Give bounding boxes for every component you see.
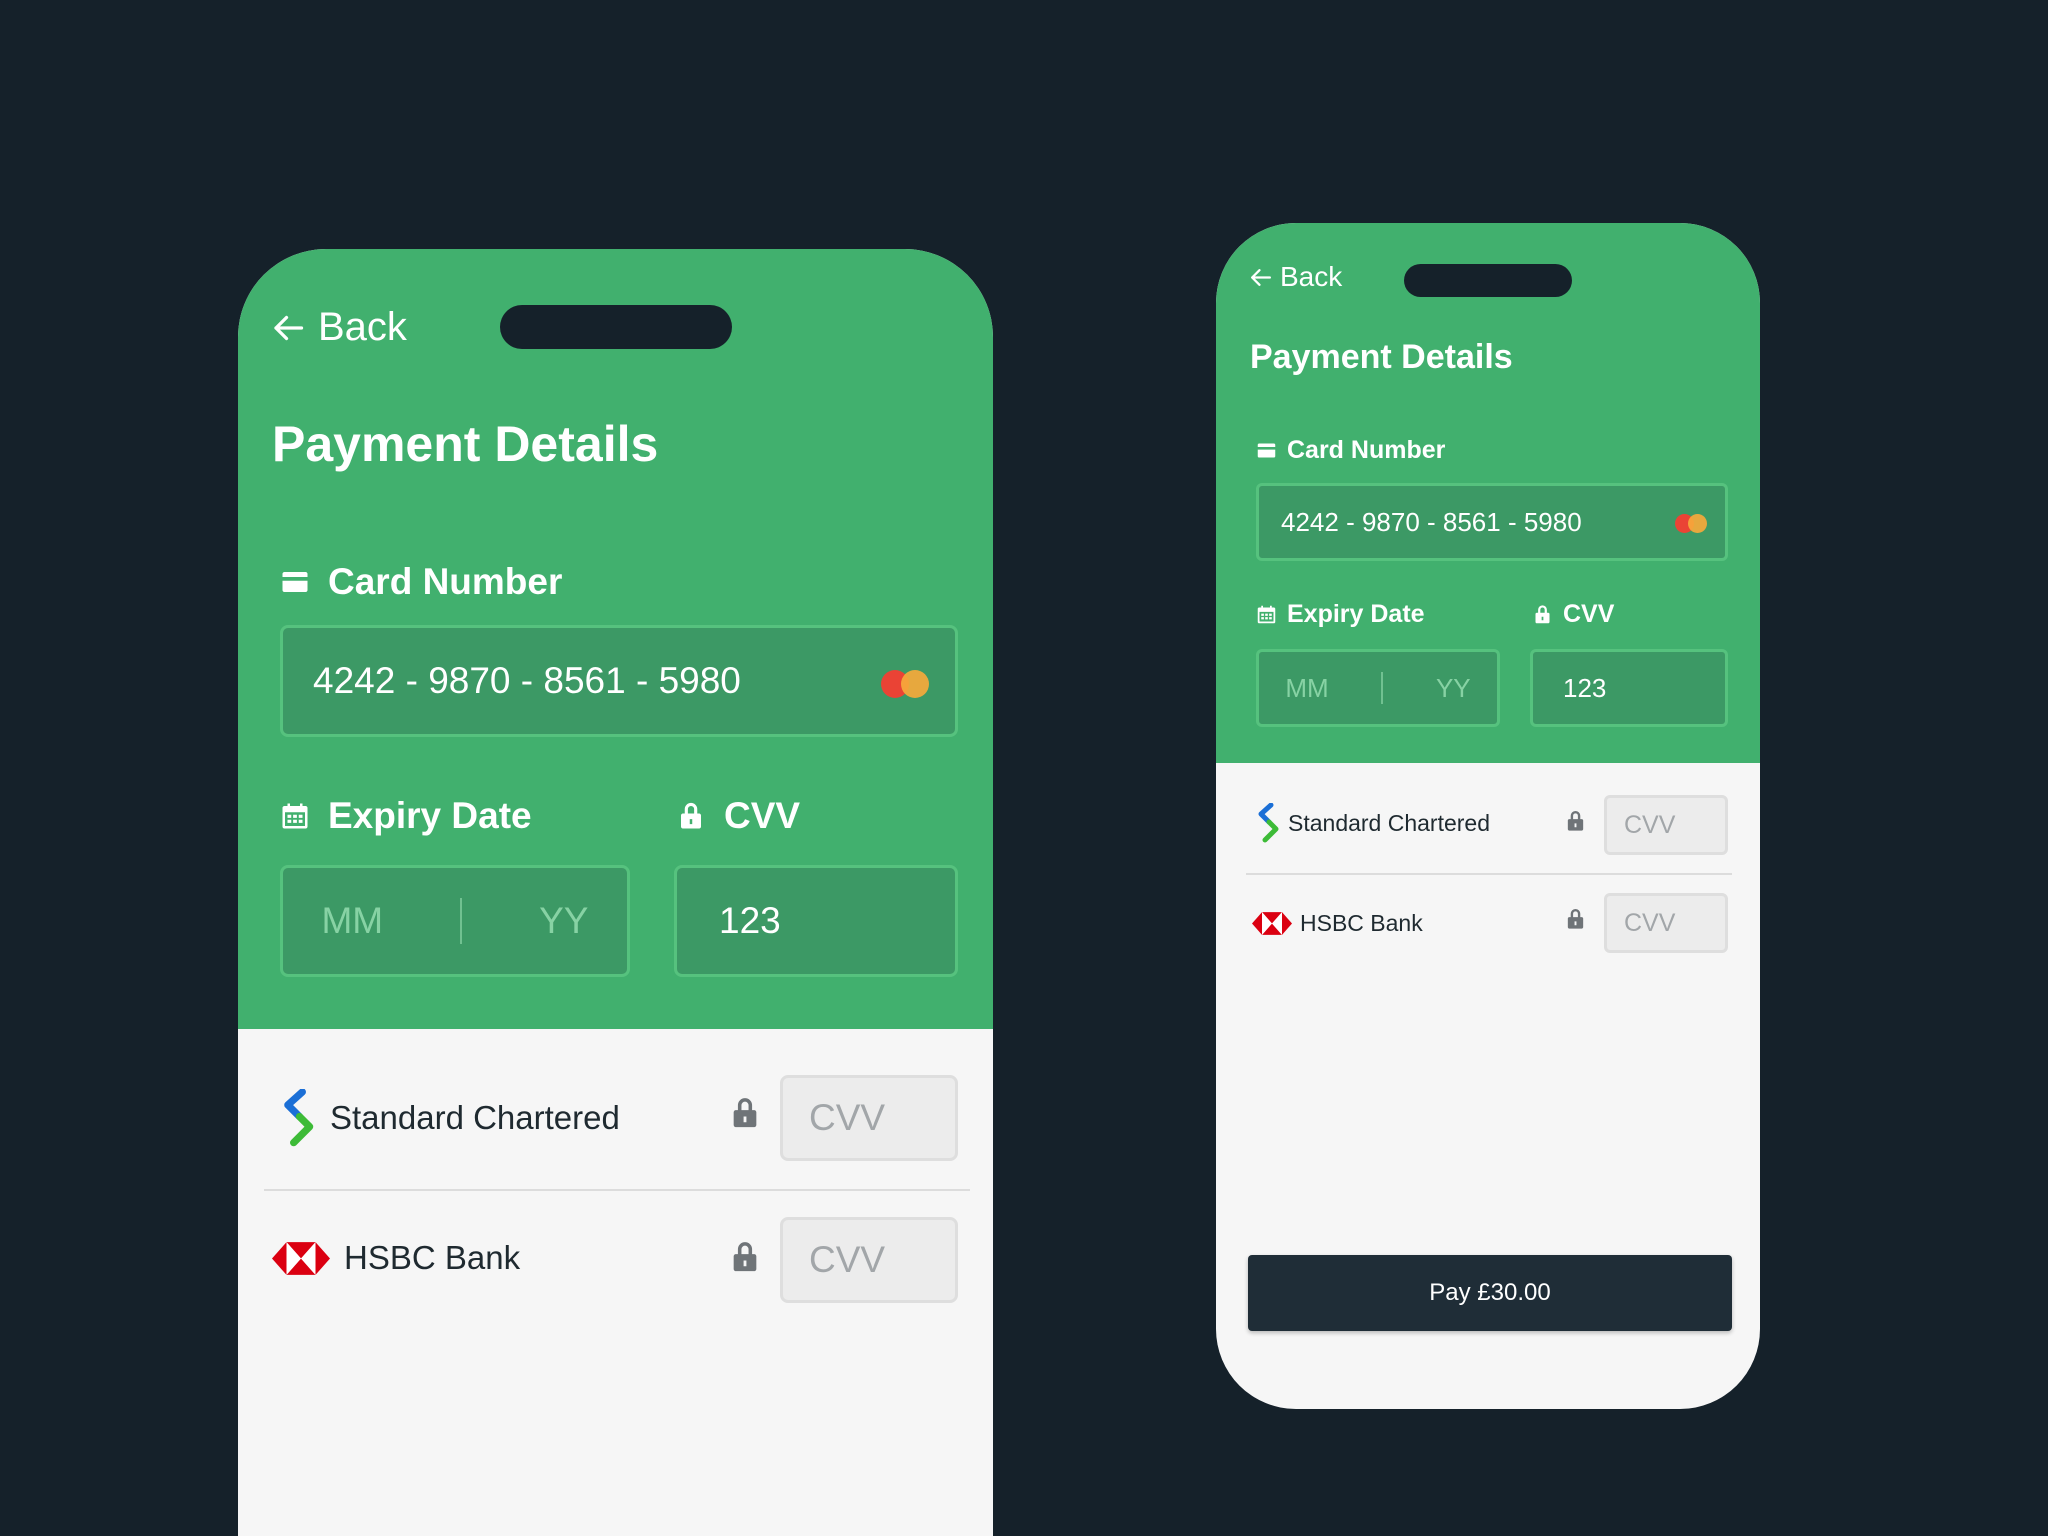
page-title: Payment Details (1250, 338, 1513, 376)
card-number-label-text: Card Number (1287, 436, 1446, 464)
cvv-label-text: CVV (1563, 600, 1615, 628)
cvv-placeholder: CVV (1624, 810, 1676, 839)
cvv-placeholder: CVV (809, 1097, 886, 1138)
saved-card-standard-chartered[interactable]: Standard Chartered (280, 1087, 620, 1149)
bank-name: Standard Chartered (330, 1099, 620, 1136)
expiry-year-input[interactable]: YY (1436, 673, 1471, 704)
card-number-label-text: Card Number (328, 561, 563, 602)
bank-name: HSBC Bank (344, 1239, 521, 1276)
mastercard-icon (881, 670, 929, 698)
lock-icon (1535, 605, 1550, 624)
lock-icon (1564, 907, 1587, 931)
expiry-year-input[interactable]: YY (539, 900, 588, 942)
dynamic-island (1404, 264, 1572, 297)
back-button[interactable]: Back (270, 305, 407, 350)
expiry-date-input[interactable]: MM YY (280, 865, 630, 977)
back-button[interactable]: Back (1248, 261, 1342, 293)
hsbc-logo (1252, 911, 1292, 935)
expiry-separator (460, 898, 463, 944)
hsbc-cvv-input[interactable]: CVV (1604, 893, 1728, 953)
expiry-month-input[interactable]: MM (1285, 673, 1328, 704)
expiry-date-label: Expiry Date (1256, 600, 1425, 629)
back-label: Back (1280, 261, 1343, 292)
mastercard-icon (1675, 514, 1707, 533)
cvv-input[interactable]: 123 (1530, 649, 1728, 727)
expiry-date-label-text: Expiry Date (1287, 600, 1425, 628)
phone-large: Back Payment Details Card Number 4242 - … (238, 249, 993, 1536)
saved-card-hsbc[interactable]: HSBC Bank (272, 1227, 520, 1289)
saved-card-hsbc[interactable]: HSBC Bank (1252, 905, 1423, 941)
standard-chartered-cvv-input[interactable]: CVV (1604, 795, 1728, 855)
cvv-value: 123 (1563, 672, 1607, 703)
dynamic-island (500, 305, 732, 349)
lock-icon (1564, 809, 1587, 833)
hsbc-cvv-input[interactable]: CVV (780, 1217, 958, 1303)
standard-chartered-logo (284, 1089, 314, 1147)
cvv-input[interactable]: 123 (674, 865, 958, 977)
cvv-label: CVV (1532, 600, 1614, 629)
lock-icon (728, 1095, 762, 1131)
expiry-date-input[interactable]: MM YY (1256, 649, 1500, 727)
card-number-value: 4242 - 9870 - 8561 - 5980 (1281, 506, 1582, 537)
calendar-icon (1257, 605, 1276, 624)
card-number-value: 4242 - 9870 - 8561 - 5980 (313, 660, 741, 701)
lock-icon (728, 1239, 762, 1275)
calendar-icon (282, 803, 308, 829)
saved-card-standard-chartered[interactable]: Standard Chartered (1256, 803, 1490, 843)
phone-small: Back Payment Details Card Number 4242 - … (1216, 223, 1760, 1409)
card-number-label: Card Number (280, 561, 562, 603)
credit-card-icon (282, 572, 308, 592)
pay-button-label: Pay £30.00 (1429, 1279, 1551, 1306)
cvv-label-text: CVV (724, 795, 801, 836)
lock-icon (681, 802, 701, 829)
expiry-month-input[interactable]: MM (321, 900, 383, 942)
card-number-label: Card Number (1256, 436, 1445, 465)
card-number-input[interactable]: 4242 - 9870 - 8561 - 5980 (1256, 483, 1728, 561)
arrow-left-icon (274, 315, 304, 340)
expiry-separator (1381, 672, 1384, 704)
standard-chartered-cvv-input[interactable]: CVV (780, 1075, 958, 1161)
expiry-date-label: Expiry Date (280, 795, 532, 837)
standard-chartered-logo (1258, 803, 1279, 843)
bank-name: Standard Chartered (1288, 809, 1491, 836)
credit-card-icon (1257, 443, 1276, 458)
bank-name: HSBC Bank (1300, 909, 1423, 936)
cvv-value: 123 (719, 900, 781, 941)
back-label: Back (318, 305, 407, 349)
arrow-left-icon (1251, 268, 1272, 286)
divider (264, 1189, 970, 1191)
expiry-date-label-text: Expiry Date (328, 795, 532, 836)
cvv-placeholder: CVV (809, 1239, 886, 1280)
divider (1246, 873, 1732, 875)
cvv-placeholder: CVV (1624, 908, 1676, 937)
hsbc-logo (272, 1241, 330, 1275)
page-title: Payment Details (272, 416, 659, 472)
cvv-label: CVV (676, 795, 800, 837)
card-number-input[interactable]: 4242 - 9870 - 8561 - 5980 (280, 625, 958, 737)
pay-button[interactable]: Pay £30.00 (1248, 1255, 1732, 1331)
